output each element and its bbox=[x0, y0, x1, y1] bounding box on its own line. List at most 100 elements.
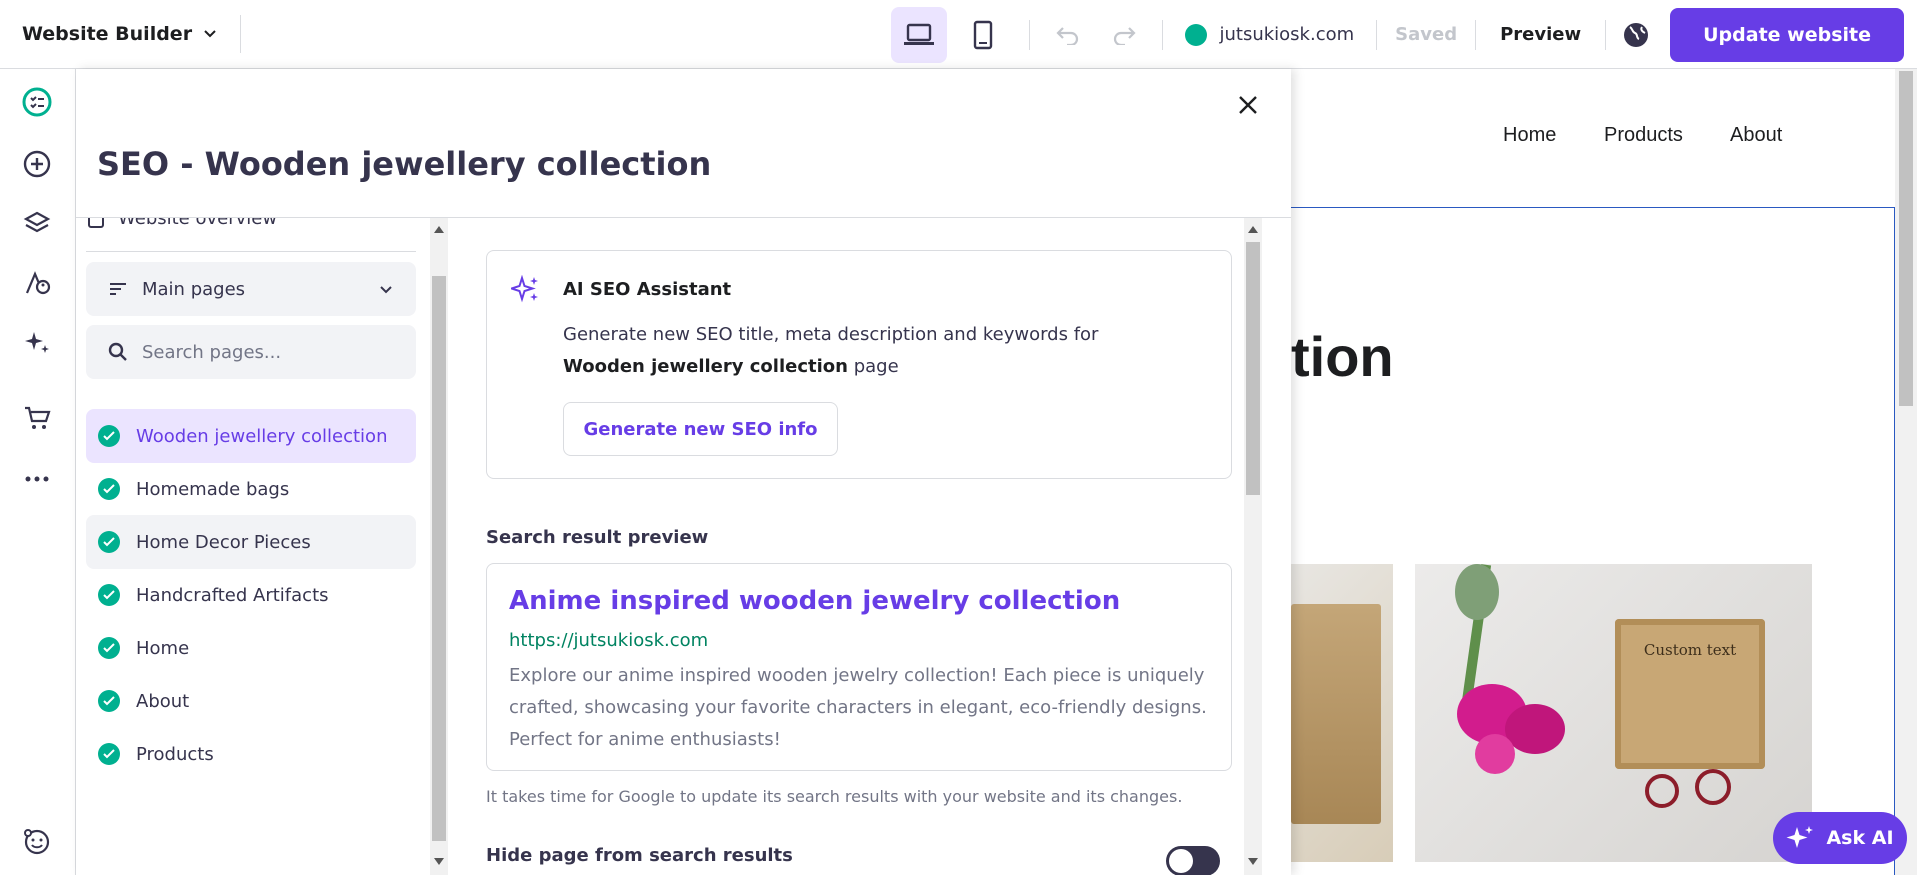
desc-page-name: Wooden jewellery collection bbox=[563, 356, 848, 377]
sidebar-item-page[interactable]: Home bbox=[86, 621, 416, 675]
site-hero-title: tion bbox=[1291, 325, 1394, 388]
globe-icon bbox=[1624, 22, 1649, 47]
page-label: Homemade bags bbox=[136, 478, 290, 500]
undo-icon bbox=[1056, 26, 1079, 45]
document-icon bbox=[88, 218, 104, 228]
preview-button[interactable]: Preview bbox=[1486, 24, 1595, 45]
check-icon bbox=[98, 690, 120, 712]
preview-title: Anime inspired wooden jewelry collection bbox=[509, 586, 1121, 616]
seo-panel: SEO - Wooden jewellery collection Websit… bbox=[76, 69, 1291, 875]
desc-text: page bbox=[847, 356, 899, 377]
site-nav-products[interactable]: Products bbox=[1604, 124, 1683, 147]
close-button[interactable] bbox=[1230, 87, 1266, 123]
page-label: Handcrafted Artifacts bbox=[136, 584, 329, 606]
update-website-button[interactable]: Update website bbox=[1670, 7, 1904, 62]
dropdown-value: Main pages bbox=[142, 278, 246, 300]
checklist-icon[interactable] bbox=[20, 85, 54, 119]
page-filter-dropdown[interactable]: Main pages bbox=[86, 262, 416, 316]
content-scrollbar[interactable] bbox=[1244, 218, 1262, 875]
pages-sidebar: Website overview Main pages Search pages… bbox=[76, 218, 454, 875]
status-dot-icon bbox=[1185, 23, 1208, 46]
website-builder-menu[interactable]: Website Builder bbox=[0, 15, 242, 53]
divider bbox=[1475, 19, 1477, 50]
scroll-down-icon[interactable] bbox=[434, 858, 444, 865]
site-nav-about[interactable]: About bbox=[1730, 124, 1782, 147]
saved-status: Saved bbox=[1395, 24, 1458, 45]
sidebar-item-page[interactable]: About bbox=[86, 674, 416, 728]
redo-button[interactable] bbox=[1096, 7, 1152, 63]
divider bbox=[1605, 19, 1607, 50]
check-icon bbox=[98, 743, 120, 765]
ai-sparkle-icon bbox=[511, 275, 538, 303]
scroll-down-icon[interactable] bbox=[1248, 858, 1258, 865]
mobile-view-button[interactable] bbox=[955, 7, 1011, 63]
ai-assistant-title: AI SEO Assistant bbox=[563, 279, 732, 300]
ask-ai-label: Ask AI bbox=[1826, 827, 1894, 849]
site-scrollbar[interactable] bbox=[1895, 69, 1917, 875]
search-input[interactable]: Search pages... bbox=[86, 325, 416, 379]
generate-seo-button[interactable]: Generate new SEO info bbox=[563, 402, 838, 456]
page-label: Home bbox=[136, 637, 190, 659]
laptop-icon bbox=[904, 23, 935, 45]
chevron-down-icon bbox=[204, 30, 216, 38]
check-icon bbox=[98, 584, 120, 606]
sidebar-item-page[interactable]: Home Decor Pieces bbox=[86, 515, 416, 569]
more-icon[interactable] bbox=[20, 462, 54, 496]
ask-ai-button[interactable]: Ask AI bbox=[1773, 812, 1907, 864]
website-canvas[interactable]: Home Products About tion Custom text bbox=[1291, 69, 1917, 875]
site-nav-home[interactable]: Home bbox=[1503, 124, 1556, 147]
redo-icon bbox=[1114, 26, 1137, 45]
sidebar-item-page[interactable]: Products bbox=[86, 727, 416, 781]
seo-content: AI SEO Assistant Generate new SEO title,… bbox=[454, 218, 1244, 875]
phone-icon bbox=[974, 20, 993, 49]
check-icon bbox=[98, 478, 120, 500]
sidebar-item-label: Website overview bbox=[118, 218, 278, 229]
page-label: Wooden jewellery collection bbox=[136, 425, 388, 447]
panel-header: SEO - Wooden jewellery collection bbox=[76, 69, 1291, 218]
sidebar-item-website-overview[interactable]: Website overview bbox=[86, 218, 277, 229]
search-preview-heading: Search result preview bbox=[486, 527, 709, 548]
sort-icon bbox=[110, 283, 126, 295]
search-icon bbox=[108, 342, 127, 361]
scroll-thumb[interactable] bbox=[1246, 242, 1260, 495]
page-label: About bbox=[136, 690, 190, 712]
preview-url: https://jutsukiosk.com bbox=[509, 630, 709, 651]
scroll-up-icon[interactable] bbox=[434, 226, 444, 233]
sidebar-item-page[interactable]: Homemade bags bbox=[86, 462, 416, 516]
undo-button[interactable] bbox=[1040, 7, 1096, 63]
palette-icon[interactable] bbox=[20, 267, 54, 301]
layers-icon[interactable] bbox=[20, 207, 54, 241]
cart-icon[interactable] bbox=[20, 401, 54, 435]
check-icon bbox=[98, 637, 120, 659]
top-bar: Website Builder jutsukiosk.com Saved Pre… bbox=[0, 0, 1917, 69]
add-icon[interactable] bbox=[20, 147, 54, 181]
search-placeholder: Search pages... bbox=[142, 341, 282, 363]
update-hint: It takes time for Google to update its s… bbox=[486, 787, 1183, 806]
divider bbox=[1376, 19, 1378, 50]
hide-page-toggle[interactable] bbox=[1166, 846, 1220, 875]
box-engraving: Custom text bbox=[1643, 641, 1737, 659]
chevron-down-icon bbox=[380, 286, 392, 294]
ai-sparkle-icon bbox=[1786, 826, 1814, 848]
ai-assistant-description: Generate new SEO title, meta description… bbox=[563, 319, 1183, 383]
search-result-preview: Anime inspired wooden jewelry collection… bbox=[486, 563, 1232, 771]
desc-text: Generate new SEO title, meta description… bbox=[563, 324, 1099, 345]
sidebar-item-page[interactable]: Handcrafted Artifacts bbox=[86, 568, 416, 622]
domain-status[interactable]: jutsukiosk.com bbox=[1173, 23, 1366, 46]
check-icon bbox=[98, 425, 120, 447]
ai-sparkle-icon[interactable] bbox=[20, 326, 54, 360]
support-icon[interactable] bbox=[20, 825, 54, 859]
divider bbox=[86, 251, 416, 252]
sidebar-item-page[interactable]: Wooden jewellery collection bbox=[86, 409, 416, 463]
desktop-view-button[interactable] bbox=[891, 6, 948, 63]
sidebar-scrollbar[interactable] bbox=[430, 218, 448, 875]
scroll-up-icon[interactable] bbox=[1248, 226, 1258, 233]
product-image[interactable]: Custom text bbox=[1415, 564, 1812, 862]
scroll-thumb[interactable] bbox=[432, 276, 446, 841]
language-button[interactable] bbox=[1616, 7, 1656, 63]
product-image[interactable] bbox=[1291, 564, 1393, 862]
page-title: SEO - Wooden jewellery collection bbox=[97, 145, 712, 183]
page-label: Home Decor Pieces bbox=[136, 531, 311, 553]
brand-label: Website Builder bbox=[22, 23, 193, 45]
close-icon bbox=[1239, 96, 1257, 114]
